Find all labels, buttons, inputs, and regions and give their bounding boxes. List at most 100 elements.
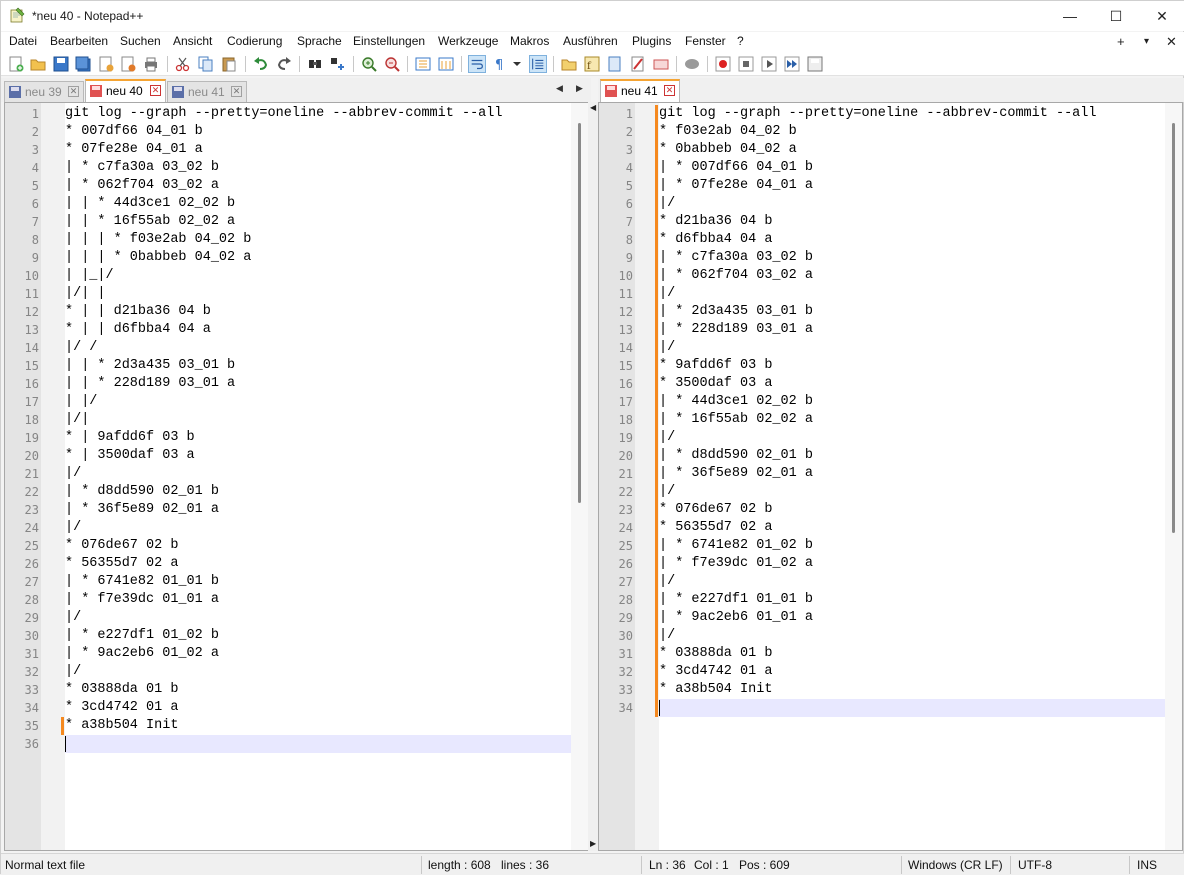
show-symbol-dropdown-icon[interactable] <box>511 55 523 73</box>
show-all-characters-icon[interactable]: ¶ <box>491 55 509 73</box>
saved-file-icon <box>9 86 21 98</box>
tab-scroll-left-icon[interactable]: ◀ <box>556 83 563 94</box>
line-number: 13 <box>24 323 39 337</box>
fold-margin <box>41 103 65 850</box>
indent-guide-icon[interactable] <box>529 55 547 73</box>
document-map-icon[interactable] <box>606 55 624 73</box>
line-number: 26 <box>618 557 633 571</box>
line-text: * | | d6fbba4 04 a <box>65 322 211 337</box>
unsaved-file-icon <box>605 85 617 97</box>
document-list-icon[interactable] <box>629 55 647 73</box>
close-window-button[interactable]: ✕ <box>1139 1 1184 31</box>
line-number: 7 <box>625 215 633 229</box>
menu-fenster[interactable]: Fenster <box>685 34 726 48</box>
line-text: |/ <box>659 430 676 445</box>
right-vertical-scrollbar[interactable] <box>1165 103 1182 850</box>
word-wrap-icon[interactable] <box>468 55 486 73</box>
splitter-arrow-icon[interactable]: ▶ <box>590 839 596 848</box>
line-text: | | * 44d3ce1 02_02 b <box>65 196 236 211</box>
tab-close-icon[interactable]: ✕ <box>68 86 79 97</box>
copy-icon[interactable] <box>197 55 215 73</box>
line-text: | * 9ac2eb6 01_01 a <box>659 610 813 625</box>
redo-icon[interactable] <box>275 55 293 73</box>
save-icon[interactable] <box>52 55 70 73</box>
run-macro-multiple-icon[interactable] <box>783 55 801 73</box>
cut-icon[interactable] <box>174 55 192 73</box>
line-number: 25 <box>24 539 39 553</box>
menu-sprache[interactable]: Sprache <box>297 34 342 48</box>
tab-neu-41[interactable]: neu 41 ✕ <box>167 81 247 102</box>
open-file-icon[interactable] <box>29 55 47 73</box>
menu-ansicht[interactable]: Ansicht <box>173 34 212 48</box>
save-all-icon[interactable] <box>74 55 92 73</box>
right-editor[interactable]: 1 git log --graph --pretty=oneline --abbr… <box>598 102 1183 851</box>
monitoring-icon[interactable] <box>652 55 670 73</box>
svg-text:¶: ¶ <box>495 58 503 73</box>
tab-close-icon[interactable]: ✕ <box>231 86 242 97</box>
replace-icon[interactable] <box>329 55 347 73</box>
menu-codierung[interactable]: Codierung <box>227 34 282 48</box>
status-eol[interactable]: Windows (CR LF) <box>908 858 1003 872</box>
tab-close-icon[interactable]: ✕ <box>664 85 675 96</box>
line-number: 5 <box>625 179 633 193</box>
change-history-marker <box>655 159 658 177</box>
line-text: | * d8dd590 02_01 b <box>65 484 219 499</box>
close-file-icon[interactable] <box>97 55 115 73</box>
close-document-icon[interactable]: ✕ <box>1166 34 1177 50</box>
line-text: * 3500daf 03 a <box>659 376 773 391</box>
paste-icon[interactable] <box>220 55 238 73</box>
change-history-marker <box>655 105 658 123</box>
menu-suchen[interactable]: Suchen <box>120 34 161 48</box>
record-macro-icon[interactable] <box>714 55 732 73</box>
menu-bearbeiten[interactable]: Bearbeiten <box>50 34 108 48</box>
line-text: * 0babbeb 04_02 a <box>659 142 797 157</box>
zoom-out-icon[interactable] <box>383 55 401 73</box>
menu-help[interactable]: ? <box>737 34 744 48</box>
line-text: * 56355d7 02 a <box>659 520 773 535</box>
line-number: 21 <box>618 467 633 481</box>
line-text: * 56355d7 02 a <box>65 556 179 571</box>
minimize-button[interactable]: — <box>1047 1 1093 31</box>
change-history-marker <box>655 393 658 411</box>
play-macro-icon[interactable] <box>760 55 778 73</box>
new-tab-plus-icon[interactable]: + <box>1117 34 1125 49</box>
print-icon[interactable] <box>142 55 160 73</box>
new-file-icon[interactable] <box>7 55 25 73</box>
tab-neu-41-right[interactable]: neu 41 ✕ <box>600 79 680 102</box>
function-list-icon[interactable]: f <box>583 55 601 73</box>
plugin-icon[interactable] <box>683 55 701 73</box>
scrollbar-thumb[interactable] <box>1172 123 1175 533</box>
menu-ausfuehren[interactable]: Ausführen <box>563 34 618 48</box>
left-vertical-scrollbar[interactable] <box>571 103 588 850</box>
stop-macro-icon[interactable] <box>737 55 755 73</box>
line-number: 23 <box>618 503 633 517</box>
left-editor[interactable]: 1 git log --graph --pretty=oneline --abbr… <box>4 102 589 851</box>
menu-einstellungen[interactable]: Einstellungen <box>353 34 425 48</box>
menu-datei[interactable]: Datei <box>9 34 37 48</box>
line-number: 2 <box>31 125 39 139</box>
sync-horizontal-scroll-icon[interactable] <box>437 55 455 73</box>
folder-as-workspace-icon[interactable] <box>560 55 578 73</box>
tab-scroll-right-icon[interactable]: ▶ <box>576 83 583 94</box>
maximize-button[interactable]: ☐ <box>1093 1 1139 31</box>
tab-neu-40[interactable]: neu 40 ✕ <box>85 79 166 102</box>
view-splitter[interactable]: ◀ ▶ <box>588 102 598 851</box>
status-insert-mode[interactable]: INS <box>1137 858 1157 872</box>
sync-vertical-scroll-icon[interactable] <box>414 55 432 73</box>
menu-plugins[interactable]: Plugins <box>632 34 671 48</box>
scrollbar-thumb[interactable] <box>578 123 581 503</box>
save-macro-icon[interactable] <box>806 55 824 73</box>
close-all-icon[interactable] <box>119 55 137 73</box>
zoom-in-icon[interactable] <box>360 55 378 73</box>
status-encoding[interactable]: UTF-8 <box>1018 858 1052 872</box>
tab-close-icon[interactable]: ✕ <box>150 85 161 96</box>
tab-list-dropdown-icon[interactable]: ▾ <box>1144 36 1149 47</box>
undo-icon[interactable] <box>252 55 270 73</box>
menu-werkzeuge[interactable]: Werkzeuge <box>438 34 498 48</box>
splitter-arrow-icon[interactable]: ◀ <box>590 103 596 112</box>
find-icon[interactable] <box>306 55 324 73</box>
menu-makros[interactable]: Makros <box>510 34 549 48</box>
tab-neu-39[interactable]: neu 39 ✕ <box>4 81 84 102</box>
line-number: 8 <box>625 233 633 247</box>
change-history-marker <box>655 357 658 375</box>
